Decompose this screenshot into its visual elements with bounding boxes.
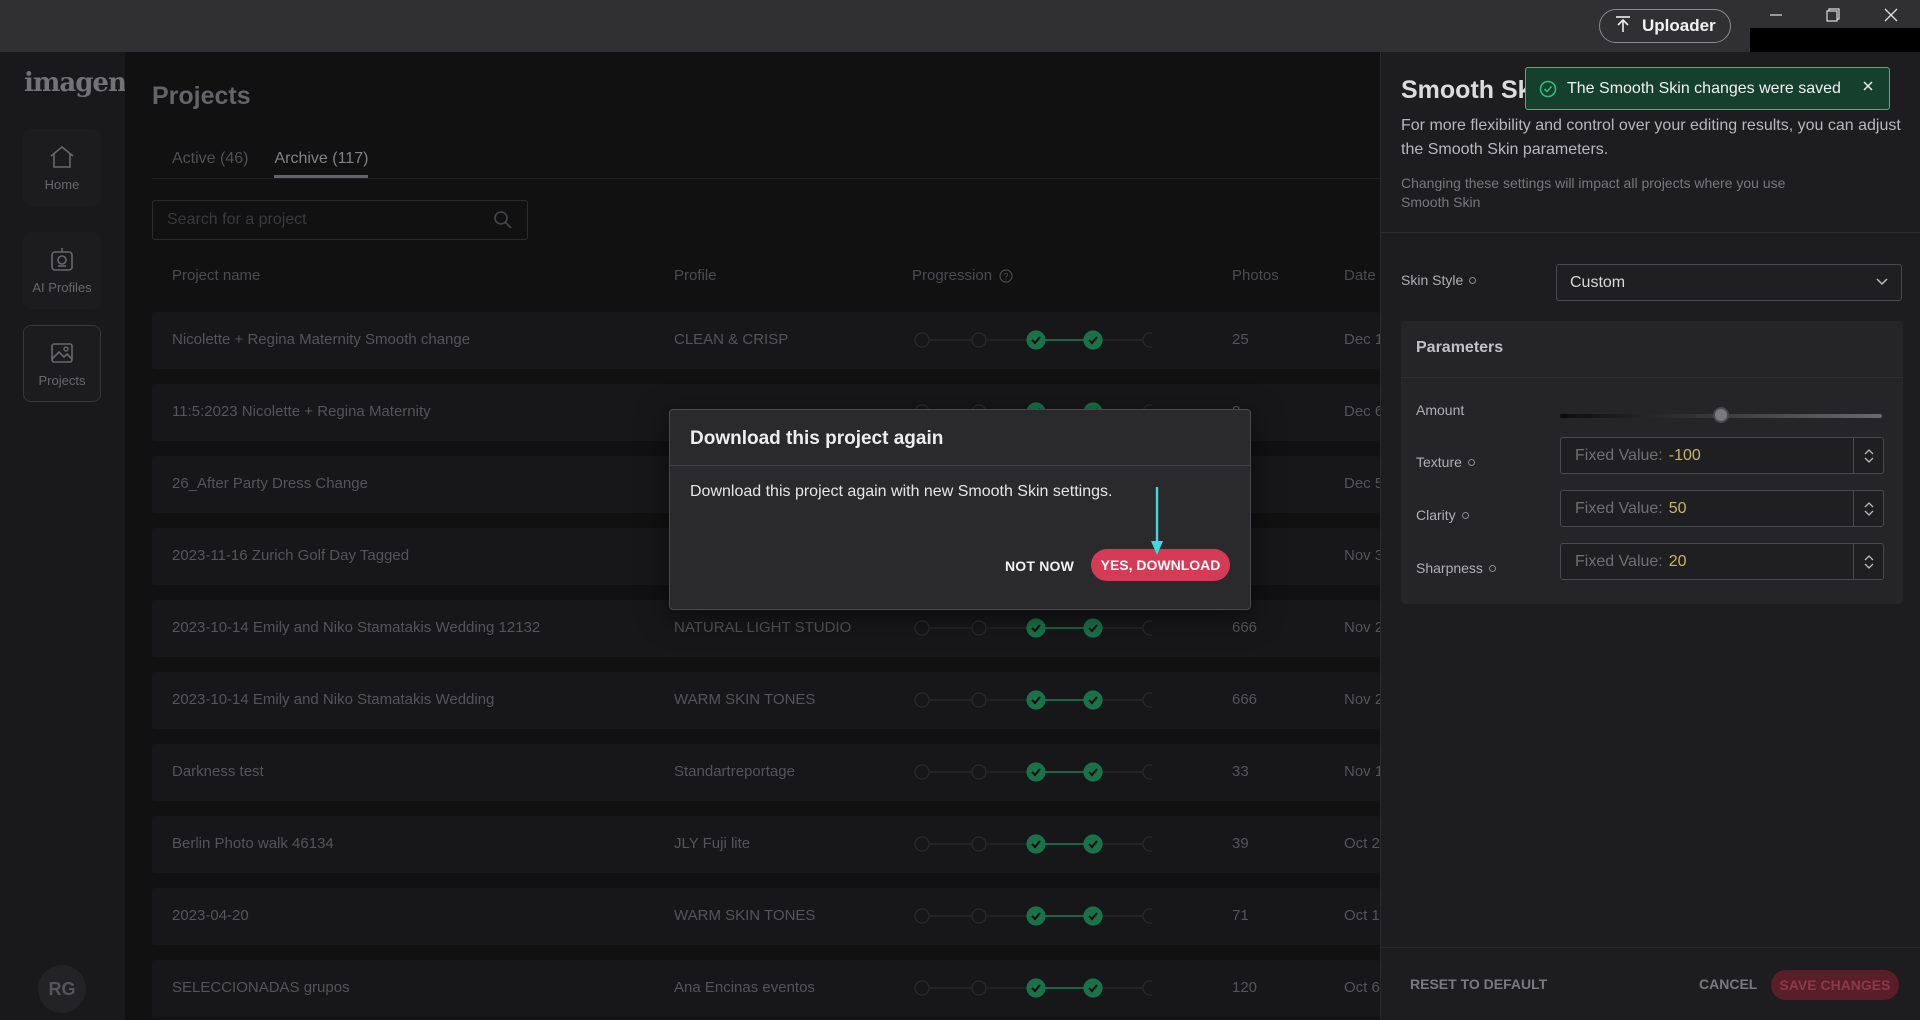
skin-style-label: Skin Style [1401,272,1477,288]
fixed-value-prefix: Fixed Value: [1575,552,1663,570]
footer-divider [1381,947,1920,948]
fixed-value-prefix: Fixed Value: [1575,499,1663,517]
skin-style-select[interactable]: Custom [1556,264,1902,301]
upload-icon [1614,15,1632,38]
chevron-down-icon [1876,278,1888,286]
clarity-value: 50 [1668,499,1687,517]
dialog-message: Download this project again with new Smo… [690,483,1113,500]
amount-label: Amount [1416,402,1464,418]
not-now-button[interactable]: NOT NOW [1005,558,1074,574]
sharpness-text: Sharpness [1416,560,1483,576]
chevron-up-icon[interactable] [1864,448,1874,455]
close-toast-icon[interactable] [1861,79,1875,93]
chevron-down-icon[interactable] [1864,510,1874,517]
parameters-title: Parameters [1416,339,1504,356]
dialog-divider [670,465,1250,466]
clarity-label: Clarity [1416,507,1469,523]
chevron-up-icon[interactable] [1864,554,1874,561]
info-dot-icon [1467,458,1475,466]
panel-title: Smooth Skin [1401,76,1536,104]
clarity-text: Clarity [1416,507,1456,523]
restore-icon [1826,8,1840,22]
skin-style-value: Custom [1570,273,1626,291]
amount-text: Amount [1416,402,1465,418]
info-dot-icon [1469,276,1477,284]
sharpness-field[interactable]: Fixed Value: 20 [1560,543,1884,580]
sharpness-stepper[interactable] [1853,544,1883,579]
cancel-button[interactable]: CANCEL [1699,976,1757,992]
minimize-icon [1770,14,1782,16]
skin-style-text: Skin Style [1401,272,1464,288]
uploader-button[interactable]: Uploader [1599,9,1731,43]
texture-field[interactable]: Fixed Value: -100 [1560,437,1884,474]
fixed-value-prefix: Fixed Value: [1575,446,1663,464]
restore-button[interactable] [1815,4,1851,26]
sharpness-label: Sharpness [1416,560,1496,576]
texture-label: Texture [1416,454,1475,470]
panel-note: Changing these settings will impact all … [1401,175,1786,210]
texture-text: Texture [1416,454,1462,470]
chevron-down-icon[interactable] [1864,563,1874,570]
reset-to-default-button[interactable]: RESET TO DEFAULT [1410,976,1547,992]
info-dot-icon [1488,564,1496,572]
clarity-field[interactable]: Fixed Value: 50 [1560,490,1884,527]
check-circle-icon [1539,80,1557,97]
close-icon [1884,8,1898,22]
uploader-label: Uploader [1642,16,1716,35]
smooth-skin-panel: Smooth Skin For more flexibility and con… [1380,52,1920,1020]
dialog-title: Download this project again [690,428,944,449]
panel-description: For more flexibility and control over yo… [1401,117,1901,158]
title-bar-blank [1750,28,1920,52]
sharpness-value: 20 [1668,552,1687,570]
title-bar: Uploader [0,0,1920,52]
texture-stepper[interactable] [1853,438,1883,473]
info-dot-icon [1461,511,1469,519]
parameters-card: Parameters Amount Texture Fixed Value: -… [1401,321,1903,604]
chevron-down-icon[interactable] [1864,457,1874,464]
clarity-stepper[interactable] [1853,491,1883,526]
chevron-up-icon[interactable] [1864,501,1874,508]
save-changes-button[interactable]: SAVE CHANGES [1771,970,1899,1000]
success-toast: The Smooth Skin changes were saved [1525,67,1890,110]
amount-slider-handle[interactable] [1713,407,1729,423]
toast-message: The Smooth Skin changes were saved [1567,79,1841,97]
panel-divider [1381,232,1920,233]
pointer-arrow-icon [1151,487,1163,555]
parameters-divider [1401,377,1903,378]
minimize-button[interactable] [1758,4,1794,26]
texture-value: -100 [1668,446,1701,464]
close-window-button[interactable] [1873,4,1909,26]
